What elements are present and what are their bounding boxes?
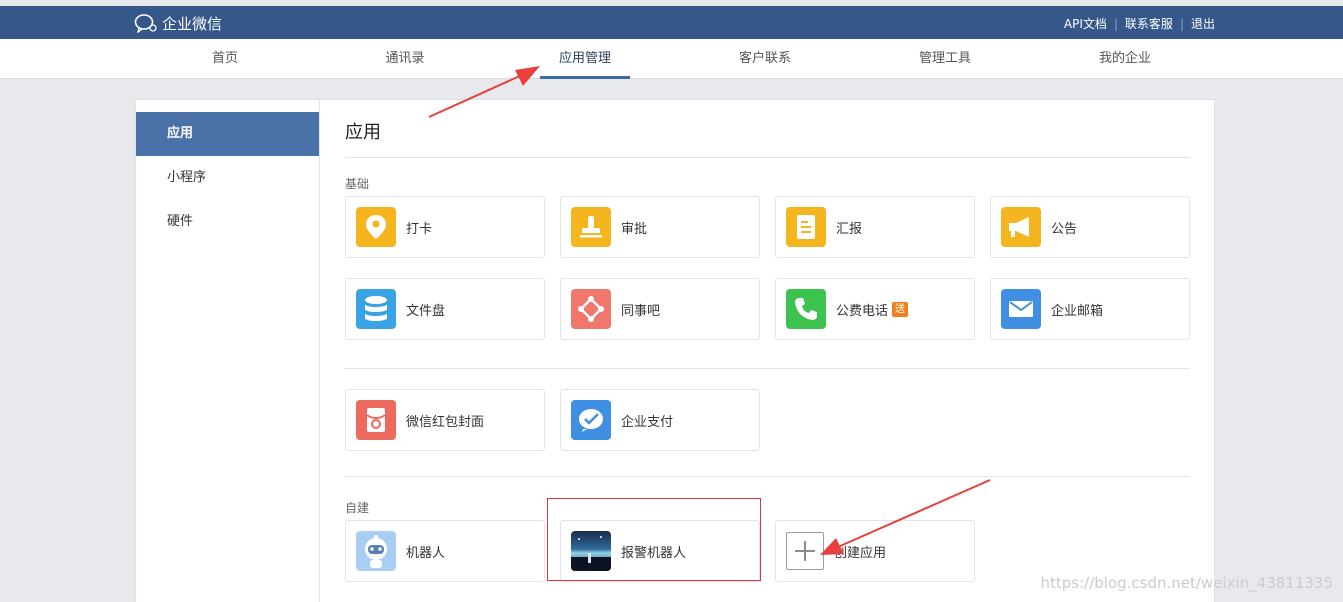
brand-name: 企业微信 [162, 14, 223, 33]
share-nodes-icon [571, 289, 611, 329]
app-tile-robot[interactable]: 机器人 [345, 520, 545, 582]
top-links: API文档 | 联系客服 | 退出 [1064, 15, 1215, 32]
api-docs-link[interactable]: API文档 [1064, 15, 1107, 32]
sidebar-item-mini-programs[interactable]: 小程序 [136, 156, 319, 200]
app-tile-phone[interactable]: 公费电话 送 [775, 278, 975, 340]
app-label: 文件盘 [406, 303, 446, 319]
divider: | [1113, 16, 1118, 31]
tab-my-company[interactable]: 我的企业 [1065, 39, 1185, 79]
database-icon [356, 289, 396, 329]
app-label: 打卡 [406, 221, 433, 237]
sidebar-item-hardware[interactable]: 硬件 [136, 200, 319, 244]
divider [345, 157, 1190, 158]
apps-content: 应用 基础 打卡 审批 汇报 公告 文件盘 同事吧 公费电话 送 企业邮箱 微信… [320, 100, 1214, 602]
divider: | [1179, 16, 1184, 31]
app-label: 审批 [621, 221, 648, 237]
app-tile-file-drive[interactable]: 文件盘 [345, 278, 545, 340]
phone-icon [786, 289, 826, 329]
app-label: 同事吧 [621, 303, 661, 319]
tab-customer-contact[interactable]: 客户联系 [705, 39, 825, 79]
red-packet-icon [356, 400, 396, 440]
divider [345, 368, 1190, 369]
app-tile-red-packet-cover[interactable]: 微信红包封面 [345, 389, 545, 451]
app-tile-enterprise-pay[interactable]: 企业支付 [560, 389, 760, 451]
section-label-custom: 自建 [345, 501, 370, 515]
robot-avatar-icon [356, 531, 396, 571]
megaphone-icon [1001, 207, 1041, 247]
payment-icon [571, 400, 611, 440]
app-tile-approval[interactable]: 审批 [560, 196, 760, 258]
app-label: 公告 [1051, 221, 1078, 237]
logout-link[interactable]: 退出 [1191, 15, 1215, 32]
tab-app-management[interactable]: 应用管理 [525, 39, 645, 79]
contact-support-link[interactable]: 联系客服 [1125, 15, 1173, 32]
app-tile-report[interactable]: 汇报 [775, 196, 975, 258]
sidebar: 应用 小程序 硬件 [136, 100, 320, 602]
app-tile-checkin[interactable]: 打卡 [345, 196, 545, 258]
location-pin-icon [356, 207, 396, 247]
highlight-box [547, 498, 761, 581]
page-title: 应用 [345, 122, 381, 143]
top-bar: 企业微信 API文档 | 联系客服 | 退出 [0, 6, 1343, 39]
plus-icon [786, 532, 824, 570]
app-label: 微信红包封面 [406, 414, 485, 430]
main-nav: 首页 通讯录 应用管理 客户联系 管理工具 我的企业 [0, 39, 1343, 79]
stamp-icon [571, 207, 611, 247]
create-app-label: 创建应用 [834, 545, 887, 561]
tab-home[interactable]: 首页 [165, 39, 285, 79]
document-icon [786, 207, 826, 247]
app-tile-email[interactable]: 企业邮箱 [990, 278, 1190, 340]
app-label: 机器人 [406, 545, 446, 561]
brand-logo[interactable]: 企业微信 [134, 12, 222, 34]
divider [345, 476, 1190, 477]
gift-badge: 送 [892, 301, 909, 317]
app-tile-announcement[interactable]: 公告 [990, 196, 1190, 258]
app-label: 企业支付 [621, 414, 674, 430]
tab-admin-tools[interactable]: 管理工具 [885, 39, 1005, 79]
watermark: https://blog.csdn.net/weixin_43811335 [1040, 574, 1333, 592]
app-tile-colleague-forum[interactable]: 同事吧 [560, 278, 760, 340]
wecom-logo-icon [134, 14, 157, 33]
app-label: 企业邮箱 [1051, 303, 1104, 319]
sidebar-item-apps[interactable]: 应用 [136, 112, 319, 156]
app-label: 公费电话 [836, 303, 889, 319]
create-app-button[interactable]: 创建应用 [775, 520, 975, 582]
tab-contacts[interactable]: 通讯录 [345, 39, 465, 79]
section-label-basic: 基础 [345, 177, 370, 191]
app-label: 汇报 [836, 221, 863, 237]
mail-icon [1001, 289, 1041, 329]
